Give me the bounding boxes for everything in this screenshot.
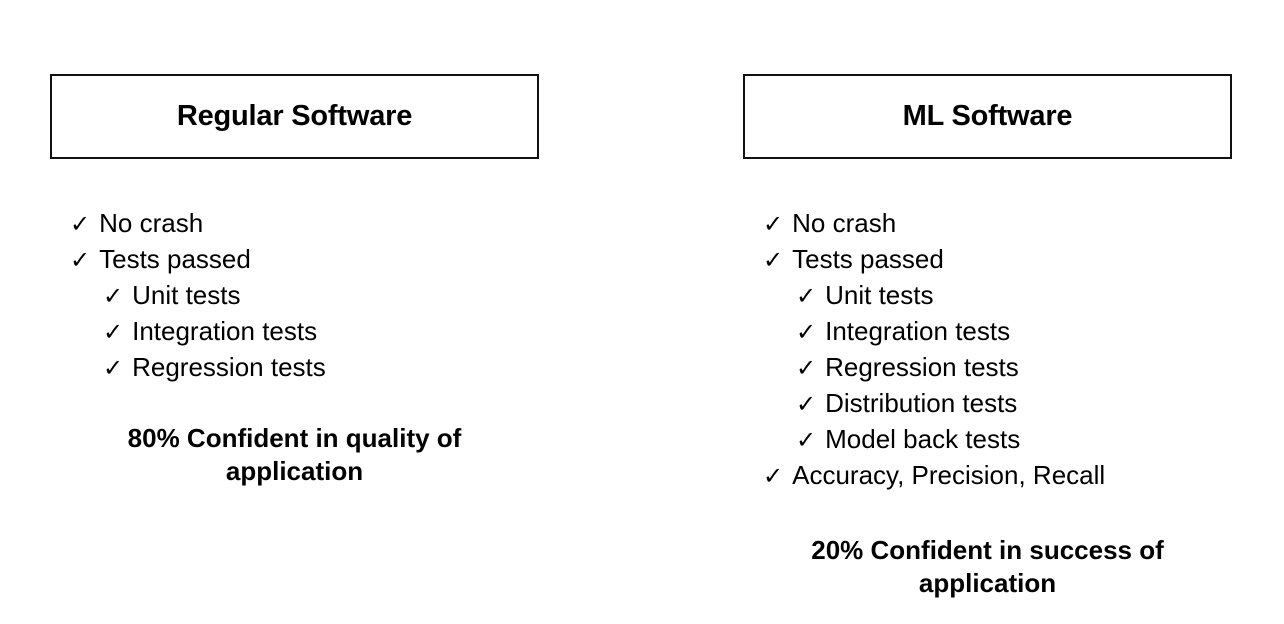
checklist-item-label: Regression tests [825, 352, 1019, 382]
checklist-item-label: Regression tests [132, 352, 326, 382]
checklist-item-label: Integration tests [132, 316, 318, 346]
check-icon: ✓ [103, 355, 124, 382]
checklist-item-label: Tests passed [99, 244, 251, 274]
checklist-item: ✓ No crash [50, 206, 539, 242]
check-icon: ✓ [796, 355, 817, 382]
check-icon: ✓ [796, 391, 817, 418]
check-icon: ✓ [796, 427, 817, 454]
check-icon: ✓ [103, 319, 124, 346]
checklist-item: ✓ Regression tests [50, 350, 539, 386]
checklist-item-label: Accuracy, Precision, Recall [792, 460, 1106, 490]
check-icon: ✓ [796, 283, 817, 310]
checklist-item-label: No crash [99, 208, 204, 238]
column-ml-software: ML Software ✓ No crash ✓ Tests passed ✓ Unit … [743, 74, 1232, 600]
header-box-regular-software: Regular Software [50, 74, 539, 159]
checklist-item-label: No crash [792, 208, 897, 238]
conclusion-regular-software: 80% Confident in quality of application [127, 423, 462, 486]
check-icon: ✓ [763, 211, 784, 238]
checklist-ml-software: ✓ No crash ✓ Tests passed ✓ Unit tests ✓ Integr… [743, 206, 1232, 494]
column-regular-software: Regular Software ✓ No crash ✓ Tests passed ✓… [50, 74, 539, 488]
check-icon: ✓ [70, 247, 91, 274]
check-icon: ✓ [70, 211, 91, 238]
page-title-regular-software: Regular Software [176, 100, 413, 132]
check-icon: ✓ [103, 283, 124, 310]
conclusion-ml-software: 20% Confident in success of application [811, 535, 1164, 598]
checklist-item: ✓ Accuracy, Precision, Recall [743, 458, 1232, 494]
checklist-item: ✓ Regression tests [743, 350, 1232, 386]
check-icon: ✓ [763, 247, 784, 274]
checklist-regular-software: ✓ No crash ✓ Tests passed ✓ Unit tests ✓ Integr… [50, 206, 539, 386]
checklist-item: ✓ Tests passed [743, 242, 1232, 278]
checklist-item: ✓ Distribution tests [743, 386, 1232, 422]
checklist-item: ✓ No crash [743, 206, 1232, 242]
checklist-item-label: Unit tests [825, 280, 934, 310]
checklist-item-label: Integration tests [825, 316, 1011, 346]
page-title-ml-software: ML Software [902, 100, 1073, 132]
checklist-item-label: Model back tests [825, 424, 1021, 454]
comparison-slide: Regular Software ✓ No crash ✓ Tests passed ✓… [0, 0, 1284, 624]
check-icon: ✓ [763, 463, 784, 490]
checklist-item: ✓ Integration tests [50, 314, 539, 350]
checklist-item-label: Unit tests [132, 280, 241, 310]
checklist-item: ✓ Unit tests [50, 278, 539, 314]
checklist-item: ✓ Model back tests [743, 422, 1232, 458]
checklist-item: ✓ Integration tests [743, 314, 1232, 350]
checklist-item: ✓ Unit tests [743, 278, 1232, 314]
header-box-ml-software: ML Software [743, 74, 1232, 159]
checklist-item-label: Tests passed [792, 244, 944, 274]
checklist-item: ✓ Tests passed [50, 242, 539, 278]
check-icon: ✓ [796, 319, 817, 346]
checklist-item-label: Distribution tests [825, 388, 1018, 418]
